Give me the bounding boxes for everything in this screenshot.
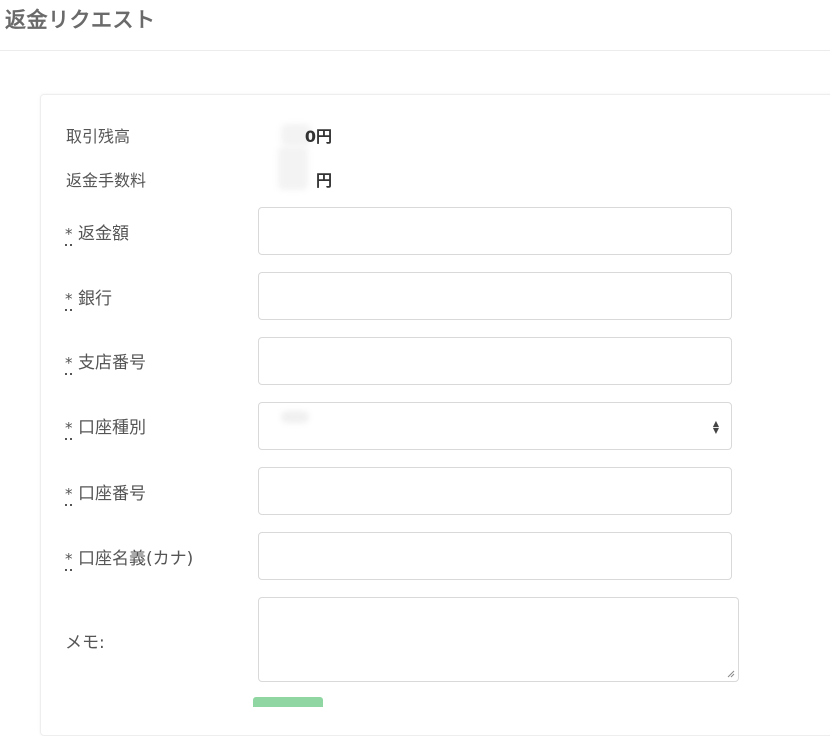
bank-field[interactable] (258, 272, 732, 320)
bank-label-text: 銀行 (78, 289, 112, 309)
resize-grip-icon[interactable] (727, 670, 735, 678)
submit-button[interactable] (253, 697, 323, 707)
redacted-selected-value (281, 411, 309, 423)
memo-label: メモ: (65, 633, 105, 653)
account-name-label: * 口座名義(カナ) (65, 544, 194, 571)
account-name-field[interactable] (258, 532, 732, 580)
branch-field[interactable] (258, 337, 732, 385)
branch-label-text: 支店番号 (78, 353, 146, 373)
amount-label: * 返金額 (65, 219, 129, 246)
account-number-input[interactable] (259, 468, 731, 514)
memo-field[interactable] (258, 597, 739, 682)
account-number-label: * 口座番号 (65, 479, 146, 506)
fee-value: 円 (315, 171, 332, 190)
required-mark: * (65, 550, 73, 571)
page-title: 返金リクエスト (5, 8, 156, 32)
required-mark: * (65, 485, 73, 506)
select-updown-icon: ▲ ▼ (712, 419, 719, 435)
balance-label: 取引残高 (66, 127, 131, 146)
branch-input[interactable] (259, 338, 731, 384)
required-mark: * (65, 290, 73, 311)
memo-textarea[interactable] (259, 598, 738, 681)
account-number-field[interactable] (258, 467, 732, 515)
account-name-input[interactable] (259, 533, 731, 579)
bank-label: * 銀行 (65, 284, 112, 311)
fee-label: 返金手数料 (66, 171, 147, 190)
account-type-label: * 口座種別 (65, 413, 146, 440)
amount-input[interactable] (259, 208, 731, 254)
amount-label-text: 返金額 (78, 224, 129, 244)
balance-value: 0円 (304, 127, 332, 146)
branch-label: * 支店番号 (65, 348, 146, 375)
bank-input[interactable] (259, 273, 731, 319)
account-name-label-text: 口座名義(カナ) (78, 549, 194, 569)
account-type-label-text: 口座種別 (78, 418, 146, 438)
required-mark: * (65, 419, 73, 440)
required-mark: * (65, 354, 73, 375)
required-mark: * (65, 225, 73, 246)
amount-field[interactable] (258, 207, 732, 255)
account-type-select[interactable]: ▲ ▼ (258, 402, 732, 450)
account-number-label-text: 口座番号 (78, 484, 146, 504)
page-header: 返金リクエスト (0, 0, 830, 51)
